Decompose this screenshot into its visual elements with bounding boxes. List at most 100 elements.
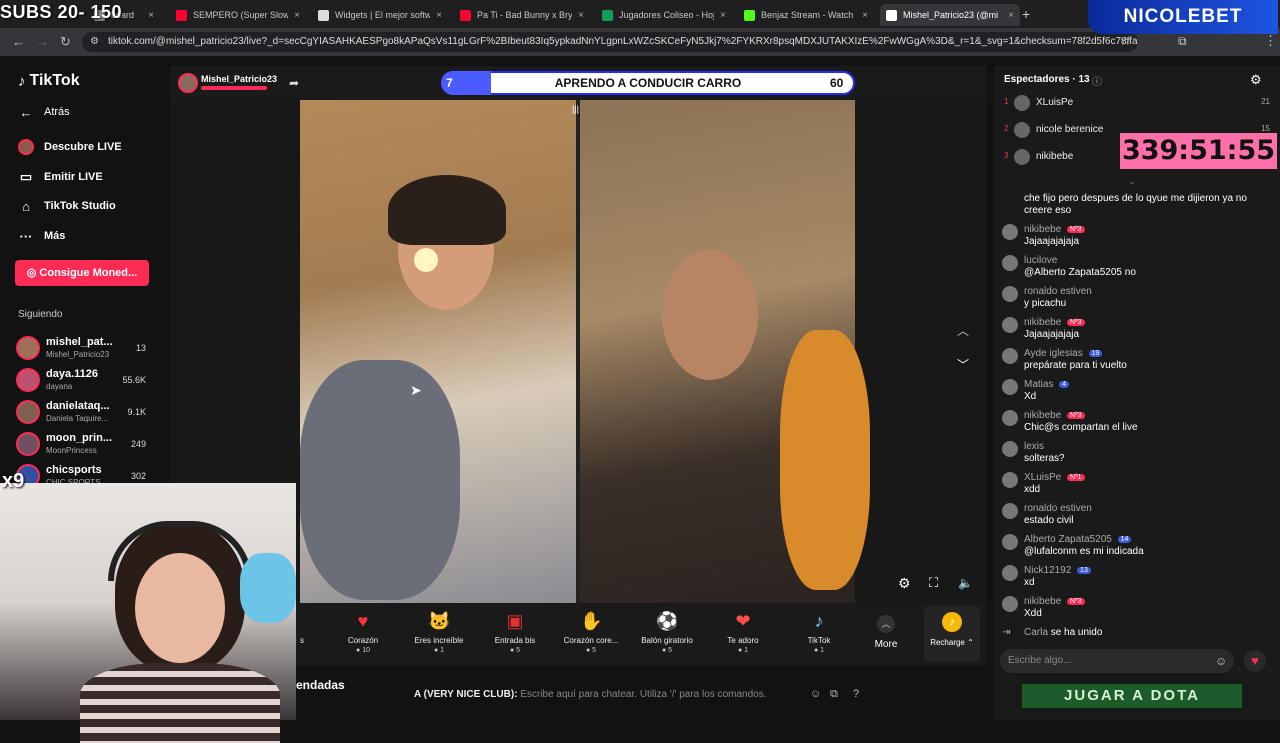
chat-text: xdd [1024, 484, 1041, 495]
streamer-avatar[interactable] [178, 73, 198, 93]
back-button[interactable]: ← Atrás [18, 104, 70, 120]
tab-close-icon[interactable]: × [862, 10, 868, 21]
sidebar-item-emitir-live[interactable]: ▭ Emitir LIVE [18, 169, 103, 185]
chat-input[interactable]: Escribe algo... [1000, 649, 1234, 673]
following-handle: Mishel_Patricio23 [46, 350, 110, 359]
following-item[interactable]: danielataq... Daniela Taquire... 9.1K [16, 398, 154, 428]
bookmark-star-icon[interactable]: ☆ [1120, 34, 1131, 48]
emoji-icon[interactable]: ☺ [810, 688, 821, 700]
viewer-count: 55.6K [122, 375, 146, 385]
forward-icon[interactable]: → [36, 34, 49, 49]
volume-icon[interactable]: 🔈 [958, 576, 973, 590]
help-icon[interactable]: ? [853, 688, 859, 700]
score-right: 60 [830, 76, 844, 90]
avatar [1014, 95, 1030, 111]
stream-chat-strip[interactable]: A (VERY NICE CLUB): Escribe aquí para ch… [296, 683, 986, 707]
chat-text: estado civil [1024, 515, 1074, 526]
popout-icon[interactable]: ⧉ [830, 688, 838, 701]
avatar [1002, 472, 1018, 488]
avatar [1002, 410, 1018, 426]
streamer-webcam [0, 483, 296, 743]
chat-username: ronaldo estiven [1024, 286, 1092, 297]
more-dots-icon: ··· [19, 228, 33, 244]
chat-username: Matias [1024, 379, 1054, 390]
user-badge: Nº3 [1067, 412, 1085, 419]
gift-price: ● 10 [356, 647, 370, 654]
following-item[interactable]: moon_prin... MoonPrincess 249 [16, 430, 154, 460]
tab-label: Jugadores Coliseo - Hojas [619, 10, 715, 20]
chat-text: solteras? [1024, 453, 1065, 464]
avatar [1002, 596, 1018, 612]
following-name: mishel_pat... [46, 336, 113, 348]
avatar [16, 400, 40, 424]
gift-item[interactable]: ♥ Corazón ● 10 [328, 610, 398, 654]
gift-item[interactable]: ✋ Corazón core... ● 5 [556, 610, 626, 654]
avatar [1002, 534, 1018, 550]
info-icon[interactable]: ⓘ [1092, 73, 1102, 88]
browser-tab[interactable]: Benjaz Stream - Watch Live × [738, 4, 874, 26]
sidebar-item-descubre-live[interactable]: Descubre LIVE [18, 139, 122, 155]
get-coins-button[interactable]: ◎ Consigue Moned... [15, 260, 149, 286]
browser-tab[interactable]: SEMPERO (Super Slowed) × [170, 4, 306, 26]
like-heart-icon[interactable]: ♥ [1244, 650, 1266, 672]
tab-close-icon[interactable]: × [720, 10, 726, 21]
back-icon[interactable]: ← [12, 34, 25, 49]
gift-price: ● 5 [509, 647, 521, 654]
share-icon[interactable]: ➦ [289, 76, 299, 90]
browser-tab[interactable]: Jugadores Coliseo - Hojas × [596, 4, 732, 26]
gift-item[interactable]: ❤ Te adoro ● 1 [708, 610, 778, 654]
ranking-name: nikibebe [1036, 151, 1074, 162]
section-fragment: endadas [296, 678, 345, 692]
ranking-name: XLuisPe [1036, 97, 1074, 108]
coin-icon: ◎ [26, 267, 37, 279]
gift-price: ● 1 [433, 647, 445, 654]
subs-goal-overlay: SUBS 20- 150 [0, 2, 123, 22]
following-item[interactable]: daya.1126 dayana 55.6K [16, 366, 154, 396]
recharge-button[interactable]: ♪ Recharge ⌃ [924, 606, 980, 662]
new-tab-button[interactable]: + [1022, 6, 1030, 22]
chevron-down-icon[interactable]: ﹀ [957, 356, 969, 373]
gift-icon: 🐱 [428, 611, 451, 631]
penguin-plush [240, 553, 296, 623]
url-field[interactable]: tiktok.com/@mishel_patricio23/live?_d=se… [82, 32, 1138, 52]
tab-close-icon[interactable]: × [578, 10, 584, 21]
browser-tab[interactable]: Pa Ti - Bad Bunny x Bryant × [454, 4, 590, 26]
gifts-more-button[interactable]: ︿ More [868, 614, 904, 650]
browser-tab[interactable]: Mishel_Patricio23 (@mi × [880, 4, 1020, 26]
reload-icon[interactable]: ↻ [60, 34, 71, 50]
live-indicator [201, 86, 267, 90]
rank-number: 1 [1004, 97, 1009, 106]
gift-icon: ♪ [814, 611, 824, 631]
tab-close-icon[interactable]: × [1008, 10, 1014, 21]
tiktok-logo[interactable]: ♪ TikTok [18, 72, 80, 90]
extensions-icon[interactable]: ⧉ [1178, 34, 1187, 49]
emoji-button-icon[interactable]: ☺ [1215, 654, 1227, 668]
avatar [1002, 565, 1018, 581]
sidebar-item-mas[interactable]: ··· Más [18, 228, 66, 244]
following-item[interactable]: mishel_pat... Mishel_Patricio23 13 [16, 334, 154, 364]
chat-text: xd [1024, 577, 1035, 588]
flower-icon [414, 248, 438, 272]
streamer-name[interactable]: Mishel_Patricio23 [201, 74, 277, 84]
following-name: chicsports [46, 464, 102, 476]
site-info-icon[interactable]: ⚙ [90, 36, 99, 47]
sidebar-item-tiktok-studio[interactable]: ⌂ TikTok Studio [18, 198, 116, 214]
ranking-row[interactable]: 1 XLuisPe 21 [1004, 95, 1270, 113]
tab-close-icon[interactable]: × [148, 10, 154, 21]
tab-close-icon[interactable]: × [294, 10, 300, 21]
browser-tab[interactable]: Widgets | El mejor software × [312, 4, 448, 26]
gift-item[interactable]: ⚽ Balón giratorio ● 5 [632, 610, 702, 654]
gift-item[interactable]: ♪ TikTok ● 1 [784, 610, 854, 654]
fullscreen-icon[interactable]: ⛶ [929, 575, 938, 591]
chevron-up-icon[interactable]: ︿ [957, 322, 969, 339]
settings-gear-icon[interactable]: ⚙ [1250, 72, 1262, 88]
gift-item[interactable]: ▣ Entrada bis ● 5 [480, 610, 550, 654]
tab-close-icon[interactable]: × [436, 10, 442, 21]
tab-favicon-icon [176, 9, 187, 21]
settings-icon[interactable]: ⚙ [898, 575, 911, 592]
avatar [16, 368, 40, 392]
gift-item[interactable]: 🐱 Eres increíble ● 1 [404, 610, 474, 654]
following-handle: Daniela Taquire... [46, 414, 109, 423]
collapse-chevron-icon[interactable]: ⌄ [1128, 176, 1136, 187]
browser-menu-icon[interactable]: ⋮ [1264, 33, 1277, 49]
